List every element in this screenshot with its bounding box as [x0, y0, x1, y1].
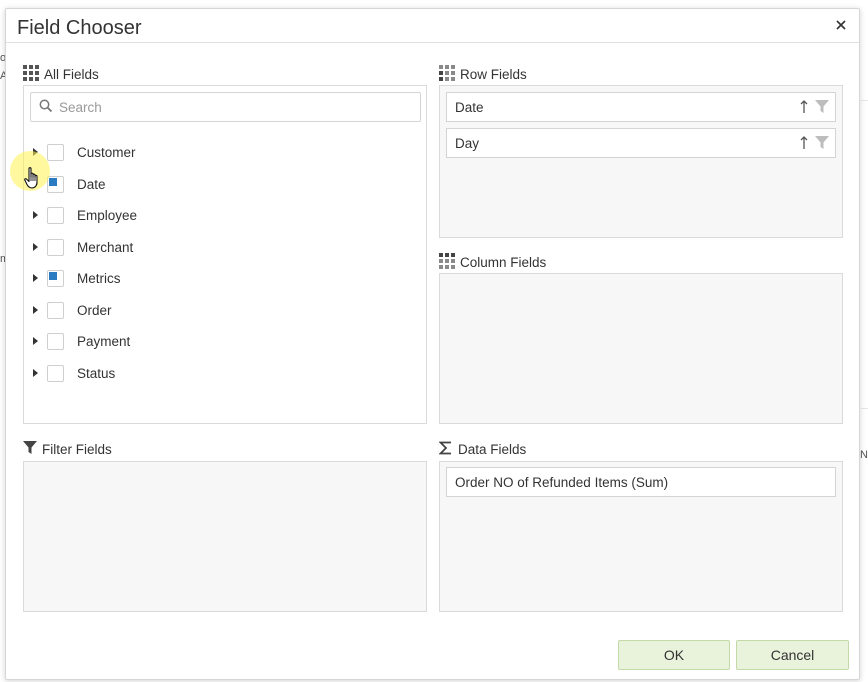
tree-item-order[interactable]: Order: [24, 300, 414, 322]
column-fields-label: Column Fields: [460, 255, 547, 270]
data-fields-label: Data Fields: [458, 442, 527, 457]
close-icon[interactable]: [832, 16, 850, 34]
row-grid-icon: [439, 65, 460, 84]
field-checkbox[interactable]: [47, 365, 64, 382]
expand-arrow-icon[interactable]: [33, 306, 38, 314]
filter-fields-panel[interactable]: [23, 461, 427, 612]
expand-arrow-icon[interactable]: [33, 337, 38, 345]
column-grid-icon: [439, 253, 460, 272]
filter-fields-label: Filter Fields: [42, 442, 112, 457]
data-fields-header: Data Fields: [438, 441, 527, 458]
data-field-label: Order NO of Refunded Items (Sum): [455, 474, 669, 490]
field-checkbox[interactable]: [47, 270, 64, 287]
filter-icon[interactable]: [815, 100, 829, 117]
tree-item-payment[interactable]: Payment: [24, 331, 414, 353]
row-field-label: Date: [455, 99, 484, 115]
tree-item-date[interactable]: Date: [24, 174, 414, 196]
tree-item-customer[interactable]: Customer: [24, 142, 414, 164]
tree-item-label: Customer: [77, 145, 136, 160]
tree-item-label: Merchant: [77, 240, 134, 255]
row-fields-panel[interactable]: Date Day: [439, 85, 843, 238]
field-checkbox[interactable]: [47, 207, 64, 224]
sort-ascending-icon[interactable]: [799, 100, 809, 117]
search-icon: [31, 99, 53, 116]
filter-icon: [23, 441, 42, 458]
row-field-day[interactable]: Day: [446, 128, 836, 158]
background-divider: [861, 408, 868, 409]
field-checkbox[interactable]: [47, 144, 64, 161]
row-field-date[interactable]: Date: [446, 92, 836, 122]
column-fields-panel[interactable]: [439, 273, 843, 424]
column-fields-header: Column Fields: [439, 253, 546, 272]
field-checkbox[interactable]: [47, 302, 64, 319]
tree-item-label: Employee: [77, 208, 138, 223]
tree-item-label: Status: [77, 366, 116, 381]
row-fields-label: Row Fields: [460, 67, 527, 82]
dialog-title: Field Chooser: [17, 17, 142, 39]
filter-fields-header: Filter Fields: [23, 441, 112, 458]
field-checkbox[interactable]: [47, 176, 64, 193]
all-fields-panel: Customer Date Employee Merchant Metrics …: [23, 85, 427, 424]
dialog-header: Field Chooser: [6, 9, 859, 43]
tree-item-metrics[interactable]: Metrics: [24, 268, 414, 290]
search-box: [30, 92, 421, 122]
all-fields-header: All Fields: [23, 65, 99, 84]
search-input[interactable]: [59, 99, 399, 115]
tree-item-label: Metrics: [77, 271, 121, 286]
background-divider: [861, 100, 868, 101]
cancel-button[interactable]: Cancel: [736, 640, 849, 670]
tree-item-status[interactable]: Status: [24, 363, 414, 385]
background-text: N(: [860, 449, 868, 461]
grid-icon: [23, 65, 44, 84]
expand-arrow-icon[interactable]: [33, 243, 38, 251]
hand-cursor-icon: [24, 166, 42, 193]
expand-arrow-icon[interactable]: [33, 211, 38, 219]
tree-item-label: Order: [77, 303, 112, 318]
field-checkbox[interactable]: [47, 333, 64, 350]
tree-item-merchant[interactable]: Merchant: [24, 237, 414, 259]
expand-arrow-icon[interactable]: [33, 274, 38, 282]
all-fields-label: All Fields: [44, 67, 99, 82]
field-chooser-dialog: Field Chooser All Fields Search Customer…: [5, 8, 860, 680]
tree-item-employee[interactable]: Employee: [24, 205, 414, 227]
tree-item-label: Date: [77, 177, 106, 192]
filter-icon[interactable]: [815, 136, 829, 153]
ok-button[interactable]: OK: [618, 640, 730, 670]
row-field-label: Day: [455, 135, 480, 151]
tree-item-label: Payment: [77, 334, 131, 349]
data-field-order-no-refunded[interactable]: Order NO of Refunded Items (Sum): [446, 467, 836, 497]
data-fields-panel[interactable]: Order NO of Refunded Items (Sum): [439, 461, 843, 612]
row-fields-header: Row Fields: [439, 65, 527, 84]
sigma-icon: [438, 441, 458, 458]
sort-ascending-icon[interactable]: [799, 136, 809, 153]
field-checkbox[interactable]: [47, 239, 64, 256]
expand-arrow-icon[interactable]: [33, 369, 38, 377]
